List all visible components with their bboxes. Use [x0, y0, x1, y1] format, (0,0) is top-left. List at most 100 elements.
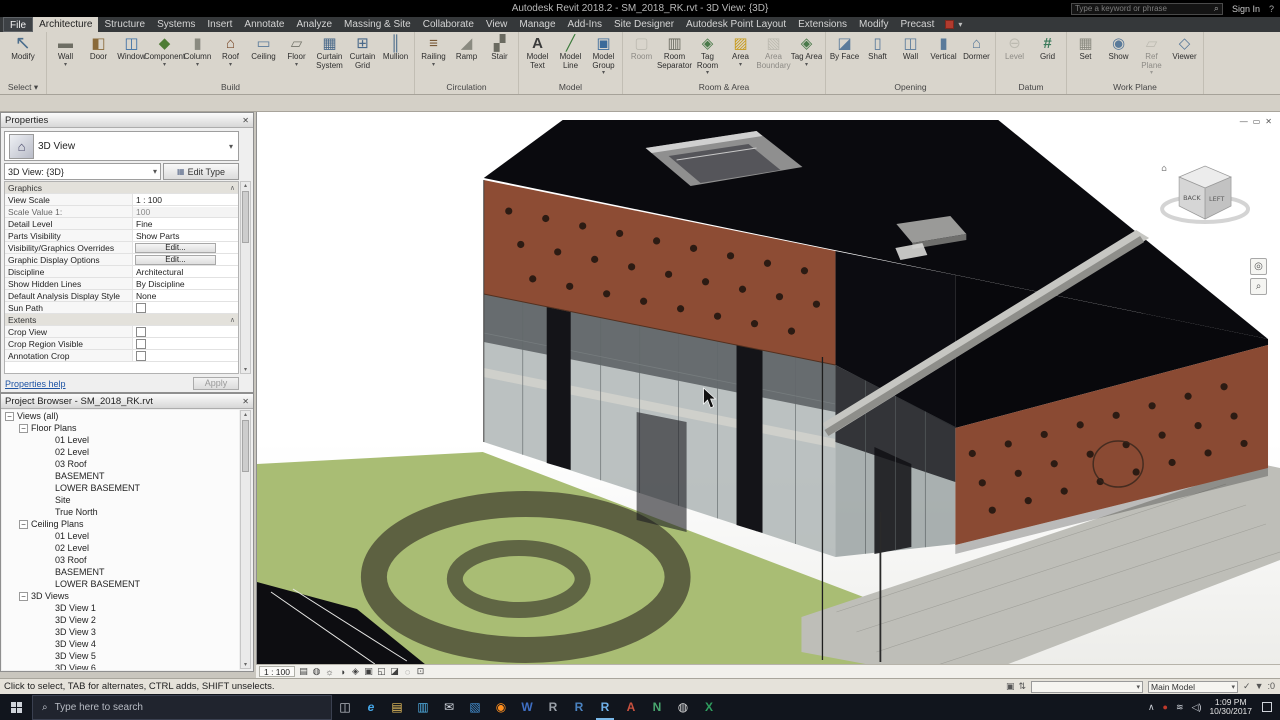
ribbon-tab[interactable]: Analyze [290, 17, 338, 32]
shadows-icon[interactable]: ◑ [336, 666, 349, 677]
tree-item[interactable]: 3D View 4 [2, 638, 239, 650]
hidden-icons-chevron[interactable]: ∧ [1148, 702, 1155, 713]
tree-item[interactable]: 3D View 6 [2, 662, 239, 670]
tree-item[interactable]: − 3D Views [2, 590, 239, 602]
ribbon-tool-button[interactable]: ▮ Vertical [927, 34, 960, 62]
scroll-up-icon[interactable]: ▴ [244, 182, 247, 189]
ribbon-tool-button[interactable]: ▱ Floor ▾ [280, 34, 313, 68]
view-cube-home-icon[interactable]: ⌂ [1161, 164, 1167, 174]
ribbon-tab[interactable]: Site Designer [608, 17, 680, 32]
keyword-search-box[interactable]: ⌕ [1070, 2, 1223, 15]
property-row[interactable]: Crop Region Visible [5, 338, 238, 350]
property-row[interactable]: Parts Visibility Show Parts [5, 230, 238, 242]
tree-expander[interactable]: − [19, 519, 28, 529]
design-options-icon[interactable]: ⇅ [1018, 681, 1026, 692]
ribbon-tool-button[interactable]: ▧ Area Boundary [756, 34, 790, 70]
view-restore-icon[interactable]: ▭ [1253, 117, 1261, 126]
ribbon-tab[interactable]: Collaborate [417, 17, 480, 32]
ribbon-tool-button[interactable]: ≡ Railing ▾ [417, 34, 450, 68]
selection-count[interactable]: :0 [1267, 681, 1275, 692]
tree-item[interactable]: 02 Level [2, 446, 239, 458]
editable-only-icon[interactable]: ✓ [1243, 681, 1251, 692]
close-icon[interactable]: ✕ [242, 116, 249, 125]
drawing-area[interactable]: BACK LEFT ⌂ — ▭ ✕ ◎ ⌕ [256, 112, 1280, 664]
volume-icon[interactable]: ◁) [1192, 702, 1202, 713]
property-row[interactable]: Sun Path [5, 302, 238, 314]
3d-view-canvas[interactable]: BACK LEFT ⌂ [257, 112, 1280, 664]
scroll-down-icon[interactable]: ▾ [244, 366, 247, 373]
ribbon-tool-button[interactable]: ◈ Tag Area ▾ [790, 34, 823, 68]
ribbon-tool-button[interactable]: ▦ Curtain System [313, 34, 346, 70]
ribbon-tool-button[interactable]: ▦ Set [1069, 34, 1102, 62]
ribbon-tool-button[interactable]: ⌂ Dormer [960, 34, 993, 62]
ribbon-tool-button[interactable]: ▥ Room Separator [657, 34, 692, 70]
worksets-icon[interactable]: ▣ [1006, 681, 1015, 692]
modify-button[interactable]: ↖ Modify [3, 34, 43, 62]
tree-item[interactable]: 02 Level [2, 542, 239, 554]
tree-expander[interactable]: − [19, 423, 28, 433]
ribbon-tool-button[interactable]: ║ Mullion [379, 34, 412, 62]
network-icon[interactable]: ≋ [1176, 702, 1184, 713]
ribbon-tool-button[interactable]: ╱ Model Line [554, 34, 587, 70]
edit-type-button[interactable]: ▦ Edit Type [163, 163, 239, 180]
store-icon[interactable]: ▥ [410, 694, 436, 720]
start-button[interactable] [0, 694, 32, 720]
tree-expander[interactable]: − [19, 591, 28, 601]
ribbon-tool-button[interactable]: ▞ Stair [483, 34, 516, 62]
ribbon-tool-button[interactable]: ▢ Room [625, 34, 658, 62]
ribbon-tab[interactable]: View [480, 17, 514, 32]
property-row[interactable]: Default Analysis Display Style None [5, 290, 238, 302]
autocad-icon[interactable]: A [618, 694, 644, 720]
ribbon-tool-button[interactable]: ▭ Ceiling [247, 34, 280, 62]
scroll-down-icon[interactable]: ▾ [244, 661, 247, 668]
scroll-up-icon[interactable]: ▴ [244, 411, 247, 418]
tree-item[interactable]: 3D View 5 [2, 650, 239, 662]
property-row[interactable]: Annotation Crop [5, 350, 238, 362]
tree-item[interactable]: 3D View 1 [2, 602, 239, 614]
zoom-icon[interactable]: ⌕ [1250, 278, 1267, 295]
keyword-search-input[interactable] [1074, 4, 1211, 13]
property-row[interactable]: Crop View [5, 326, 238, 338]
ribbon-tab[interactable]: Autodesk Point Layout [680, 17, 792, 32]
workset-combo[interactable]: ▾ [1031, 680, 1144, 693]
ribbon-tool-button[interactable]: ▱ Ref Plane ▾ [1135, 34, 1168, 76]
excel-icon[interactable]: X [696, 694, 722, 720]
tree-item[interactable]: LOWER BASEMENT [2, 578, 239, 590]
photos-icon[interactable]: ▧ [462, 694, 488, 720]
tree-item[interactable]: 3D View 3 [2, 626, 239, 638]
ribbon-tab[interactable]: Add-Ins [562, 17, 608, 32]
property-row[interactable]: Scale Value 1: 100 [5, 206, 238, 218]
property-row[interactable]: Show Hidden Lines By Discipline [5, 278, 238, 290]
chrome-icon[interactable]: ◍ [670, 694, 696, 720]
ribbon-tab[interactable]: Massing & Site [338, 17, 417, 32]
property-row[interactable]: Extents [5, 314, 238, 326]
tree-item[interactable]: − Ceiling Plans [2, 518, 239, 530]
ribbon-tool-button[interactable]: # Grid [1031, 34, 1064, 62]
property-row[interactable]: Graphics [5, 182, 238, 194]
ribbon-tool-button[interactable]: ⊖ Level [998, 34, 1031, 62]
task-view-icon[interactable]: ◫ [332, 694, 358, 720]
tree-item[interactable]: BASEMENT [2, 470, 239, 482]
navigation-wheel-icon[interactable]: ◎ [1250, 258, 1267, 275]
ribbon-tab[interactable]: Systems [151, 17, 201, 32]
ribbon-tool-button[interactable]: ◆ Component ▾ [144, 34, 185, 68]
property-row[interactable]: Discipline Architectural [5, 266, 238, 278]
tree-item[interactable]: True North [2, 506, 239, 518]
tree-item[interactable]: 01 Level [2, 530, 239, 542]
view-minimize-icon[interactable]: — [1240, 117, 1248, 126]
ribbon-tool-button[interactable]: ◈ Tag Room ▾ [691, 34, 724, 76]
ribbon-tool-button[interactable]: ◢ Ramp [450, 34, 483, 62]
navisworks-icon[interactable]: N [644, 694, 670, 720]
action-center-icon[interactable] [1262, 702, 1272, 712]
visual-style-icon[interactable]: ◍ [310, 666, 323, 677]
properties-header[interactable]: Properties ✕ [1, 113, 253, 128]
filter-icon[interactable]: ▼ [1255, 681, 1264, 692]
property-row[interactable]: Detail Level Fine [5, 218, 238, 230]
properties-help-link[interactable]: Properties help [5, 379, 66, 389]
close-icon[interactable]: ✕ [242, 397, 249, 406]
crop-region-icon[interactable]: ◱ [375, 666, 388, 677]
type-selector[interactable]: ⌂ 3D View ▾ [4, 131, 239, 161]
tree-item[interactable]: 3D View 2 [2, 614, 239, 626]
tree-item[interactable]: 01 Level [2, 434, 239, 446]
tree-item[interactable]: − Floor Plans [2, 422, 239, 434]
